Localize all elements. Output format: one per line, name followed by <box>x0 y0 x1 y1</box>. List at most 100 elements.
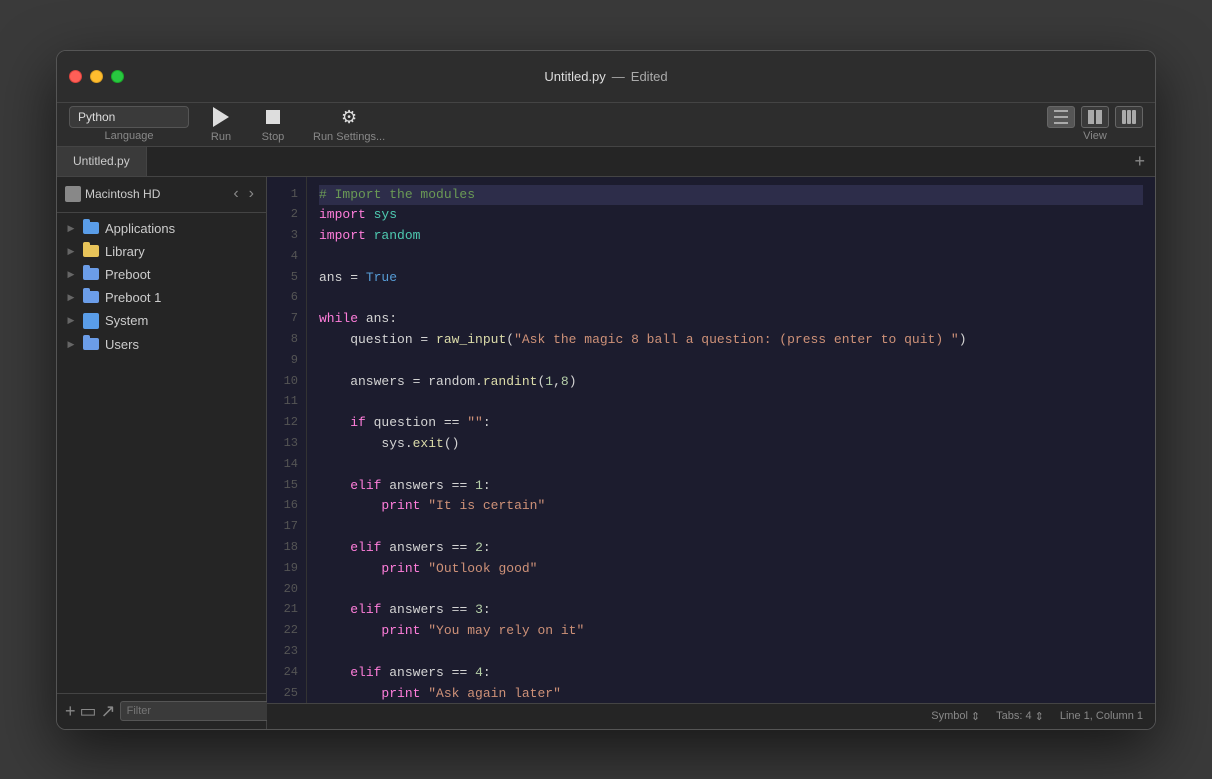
chevron-icon: ▶ <box>65 268 77 280</box>
language-selector-group: Python JavaScript Swift Language <box>69 106 189 142</box>
editor-area: 12345 678910 1112131415 1617181920 21222… <box>267 177 1155 729</box>
add-folder-button[interactable]: + <box>65 699 76 723</box>
tabbar: Untitled.py + <box>57 147 1155 177</box>
hd-icon <box>65 186 81 202</box>
code-line <box>319 455 1143 476</box>
code-line: if question == "": <box>319 413 1143 434</box>
sidebar-item-label-users: Users <box>105 337 139 352</box>
view-single-button[interactable] <box>1047 106 1075 128</box>
run-settings-button[interactable]: ⚙ Run Settings... <box>305 103 393 145</box>
window-title: Untitled.py — Edited <box>544 69 667 84</box>
folder-icon-users <box>83 338 99 350</box>
title-subtitle: Edited <box>631 69 668 84</box>
folder-icon-preboot <box>83 268 99 280</box>
code-line: question = raw_input("Ask the magic 8 ba… <box>319 330 1143 351</box>
code-line <box>319 351 1143 372</box>
code-line: import random <box>319 226 1143 247</box>
sidebar-item-label-preboot: Preboot <box>105 267 151 282</box>
settings-icon: ⚙ <box>337 105 361 129</box>
code-content[interactable]: # Import the modules import sys import r… <box>307 177 1155 703</box>
sidebar-item-preboot1[interactable]: ▶ Preboot 1 <box>57 286 266 309</box>
line-numbers: 12345 678910 1112131415 1617181920 21222… <box>267 177 307 703</box>
sidebar-title: Macintosh HD <box>85 187 225 201</box>
share-button[interactable]: ↗ <box>101 699 116 723</box>
tabs-label: Tabs: 4 <box>996 710 1031 722</box>
stop-button[interactable]: Stop <box>253 103 293 145</box>
title-filename: Untitled.py <box>544 69 605 84</box>
stop-icon <box>261 105 285 129</box>
main-window: Untitled.py — Edited Python JavaScript S… <box>56 50 1156 730</box>
system-icon <box>83 313 99 329</box>
add-tab-button[interactable]: + <box>1124 147 1155 176</box>
sidebar-item-label-applications: Applications <box>105 221 175 236</box>
position-status[interactable]: Line 1, Column 1 <box>1060 710 1143 722</box>
folder-icon-applications <box>83 222 99 234</box>
run-icon <box>209 105 233 129</box>
position-label: Line 1, Column 1 <box>1060 710 1143 722</box>
chevron-icon: ▶ <box>65 245 77 257</box>
code-line: print "It is certain" <box>319 496 1143 517</box>
sidebar-nav: ‹ › <box>229 183 258 205</box>
code-editor[interactable]: 12345 678910 1112131415 1617181920 21222… <box>267 177 1155 703</box>
code-line: ans = True <box>319 268 1143 289</box>
minimize-button[interactable] <box>90 70 103 83</box>
tab-untitled[interactable]: Untitled.py <box>57 147 147 176</box>
symbol-status[interactable]: Symbol ⇕ <box>931 710 980 723</box>
statusbar: Symbol ⇕ Tabs: 4 ⇕ Line 1, Column 1 <box>267 703 1155 729</box>
language-label: Language <box>105 130 154 142</box>
sidebar-item-label-library: Library <box>105 244 145 259</box>
code-line: print "Outlook good" <box>319 559 1143 580</box>
code-line: elif answers == 1: <box>319 476 1143 497</box>
code-line: # Import the modules <box>319 185 1143 206</box>
sidebar-footer: + ▭ ↗ <box>57 693 266 729</box>
sidebar-item-library[interactable]: ▶ Library <box>57 240 266 263</box>
code-line <box>319 517 1143 538</box>
code-line: elif answers == 4: <box>319 663 1143 684</box>
code-line <box>319 288 1143 309</box>
run-button[interactable]: Run <box>201 103 241 145</box>
code-line <box>319 642 1143 663</box>
code-line: print "You may rely on it" <box>319 621 1143 642</box>
nav-forward-button[interactable]: › <box>245 183 258 205</box>
sidebar-item-users[interactable]: ▶ Users <box>57 333 266 356</box>
code-line: sys.exit() <box>319 434 1143 455</box>
filter-input[interactable] <box>120 701 276 721</box>
tabs-chevron: ⇕ <box>1035 710 1044 723</box>
code-line <box>319 580 1143 601</box>
code-line: print "Ask again later" <box>319 684 1143 703</box>
code-line: answers = random.randint(1,8) <box>319 372 1143 393</box>
titlebar: Untitled.py — Edited <box>57 51 1155 103</box>
sidebar-item-system[interactable]: ▶ System <box>57 309 266 333</box>
view-columns-button[interactable] <box>1115 106 1143 128</box>
view-controls: View <box>1047 106 1143 142</box>
stop-label: Stop <box>262 131 285 143</box>
chevron-icon: ▶ <box>65 222 77 234</box>
chevron-icon: ▶ <box>65 338 77 350</box>
symbol-label: Symbol <box>931 710 968 722</box>
code-line: import sys <box>319 205 1143 226</box>
view-icons-group <box>1047 106 1143 128</box>
sidebar-item-preboot[interactable]: ▶ Preboot <box>57 263 266 286</box>
nav-back-button[interactable]: ‹ <box>229 183 242 205</box>
sidebar-items: ▶ Applications ▶ Library ▶ Preboot <box>57 213 266 693</box>
folder-icon-preboot1 <box>83 291 99 303</box>
close-button[interactable] <box>69 70 82 83</box>
chevron-icon: ▶ <box>65 291 77 303</box>
toolbar: Python JavaScript Swift Language Run Sto… <box>57 103 1155 147</box>
code-line: elif answers == 3: <box>319 600 1143 621</box>
tabs-status[interactable]: Tabs: 4 ⇕ <box>996 710 1044 723</box>
maximize-button[interactable] <box>111 70 124 83</box>
sidebar: Macintosh HD ‹ › ▶ Applications ▶ Librar <box>57 177 267 729</box>
main-area: Macintosh HD ‹ › ▶ Applications ▶ Librar <box>57 177 1155 729</box>
chevron-icon: ▶ <box>65 315 77 327</box>
view-label: View <box>1083 130 1107 142</box>
symbol-chevron: ⇕ <box>971 710 980 723</box>
sidebar-item-applications[interactable]: ▶ Applications <box>57 217 266 240</box>
view-split-button[interactable] <box>1081 106 1109 128</box>
settings-label: Run Settings... <box>313 131 385 143</box>
code-line: while ans: <box>319 309 1143 330</box>
language-select[interactable]: Python JavaScript Swift <box>69 106 189 128</box>
sidebar-header: Macintosh HD ‹ › <box>57 177 266 213</box>
remove-button[interactable]: ▭ <box>80 699 97 723</box>
sidebar-item-label-system: System <box>105 313 148 328</box>
